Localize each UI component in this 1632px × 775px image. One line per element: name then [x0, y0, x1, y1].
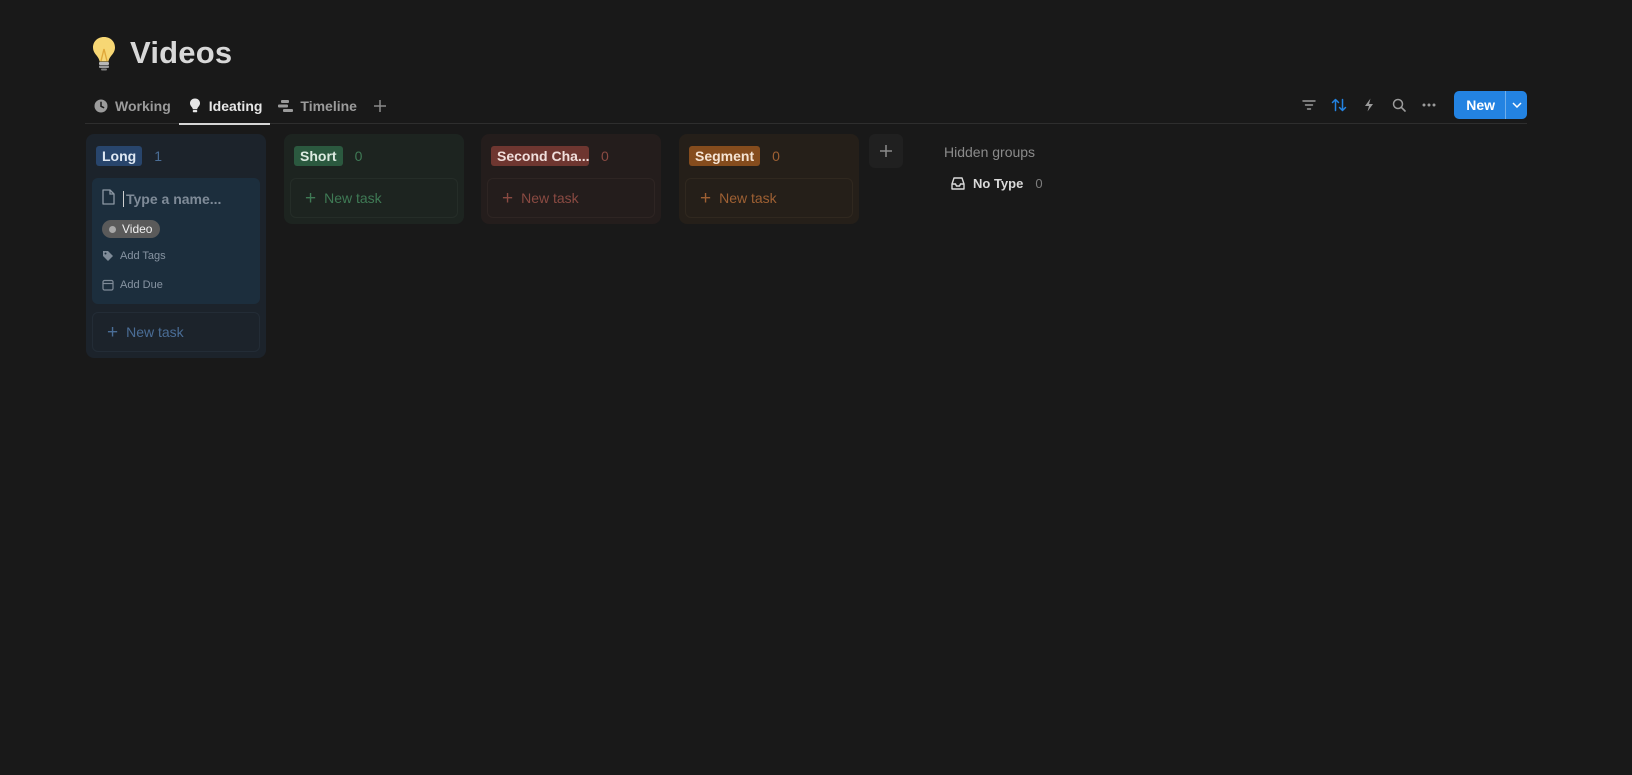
column-header[interactable]: Short 0: [290, 140, 458, 172]
tab-working[interactable]: Working: [85, 87, 179, 124]
lightbulb-icon[interactable]: [88, 34, 120, 72]
column-header[interactable]: Segment 0: [685, 140, 853, 172]
hidden-groups-title: Hidden groups: [944, 144, 1036, 160]
task-name-input[interactable]: [123, 191, 253, 207]
tag-label: Video: [122, 222, 153, 236]
new-task-label: New task: [521, 190, 579, 206]
column-header[interactable]: Long 1: [92, 140, 260, 172]
group-count: 1: [154, 148, 163, 164]
page-icon: [102, 188, 115, 210]
new-button[interactable]: New: [1454, 91, 1505, 119]
view-tabs: Working Ideating Timeline: [85, 87, 395, 125]
property-label: Add Due: [120, 279, 163, 291]
hidden-group-label: No Type: [973, 176, 1024, 191]
title-row: Videos: [88, 34, 232, 72]
tab-label: Ideating: [208, 97, 263, 114]
add-group-button[interactable]: [869, 134, 903, 168]
task-card[interactable]: Video Add Tags Add Due: [92, 178, 260, 304]
new-button-group: New: [1454, 91, 1527, 119]
new-task-label: New task: [324, 190, 382, 206]
group-count: 0: [354, 148, 363, 164]
column-header[interactable]: Second Cha... 0: [487, 140, 655, 172]
group-count: 0: [772, 148, 780, 164]
type-tag[interactable]: Video: [102, 220, 161, 238]
hidden-group-count: 0: [1035, 176, 1043, 191]
tag-icon: [103, 251, 113, 261]
group-count: 0: [601, 148, 609, 164]
add-tags-property[interactable]: Add Tags: [102, 245, 250, 267]
add-due-property[interactable]: Add Due: [102, 274, 250, 296]
inbox-icon: [951, 177, 965, 190]
page-title: Videos: [130, 35, 233, 70]
plus-icon: +: [107, 321, 119, 343]
sort-icon[interactable]: [1328, 94, 1350, 116]
new-task-label: New task: [719, 190, 777, 206]
new-task-label: New task: [126, 324, 184, 340]
plus-icon: [880, 145, 892, 157]
tab-timeline[interactable]: Timeline: [270, 87, 365, 124]
tab-label: Working: [115, 97, 171, 114]
plus-icon: +: [700, 187, 712, 209]
group-label: Short: [294, 146, 343, 166]
board-column-second-chance: Second Cha... 0 + New task: [481, 134, 661, 224]
lightning-icon[interactable]: [1358, 94, 1380, 116]
chevron-down-icon: [1511, 102, 1522, 108]
filter-icon[interactable]: [1298, 94, 1320, 116]
page: Videos Working Ideating Timeline New Lon…: [0, 0, 1632, 775]
plus-icon: +: [502, 187, 514, 209]
group-label: Segment: [689, 146, 761, 166]
search-icon[interactable]: [1388, 94, 1410, 116]
new-task-button[interactable]: + New task: [487, 178, 655, 218]
new-task-button[interactable]: + New task: [290, 178, 458, 218]
new-dropdown-button[interactable]: [1505, 91, 1527, 119]
property-label: Add Tags: [120, 250, 166, 262]
board-column-long: Long 1 Video Add Tags Add Due: [86, 134, 266, 358]
tag-dot: [109, 225, 116, 233]
plus-icon: +: [305, 187, 317, 209]
hidden-groups: Hidden groups No Type 0: [944, 144, 1043, 191]
more-icon[interactable]: [1418, 94, 1440, 116]
tab-label: Timeline: [300, 97, 357, 114]
lightbulb-icon: [187, 98, 203, 114]
view-toolbar: Working Ideating Timeline New: [85, 87, 1527, 125]
timeline-icon: [278, 98, 294, 114]
toolbar-actions: New: [1298, 91, 1527, 119]
tab-ideating[interactable]: Ideating: [178, 87, 271, 125]
add-view-button[interactable]: [365, 87, 395, 124]
calendar-icon: [102, 279, 114, 291]
group-label: Second Cha...: [491, 146, 589, 166]
new-task-button[interactable]: + New task: [92, 312, 260, 352]
clock-icon: [93, 98, 109, 114]
new-task-button[interactable]: + New task: [685, 178, 853, 218]
board-column-short: Short 0 + New task: [284, 134, 464, 224]
plus-icon: [373, 99, 386, 112]
board-column-segment: Segment 0 + New task: [679, 134, 859, 224]
group-label: Long: [96, 146, 143, 166]
hidden-group-no-type[interactable]: No Type 0: [951, 176, 1043, 191]
